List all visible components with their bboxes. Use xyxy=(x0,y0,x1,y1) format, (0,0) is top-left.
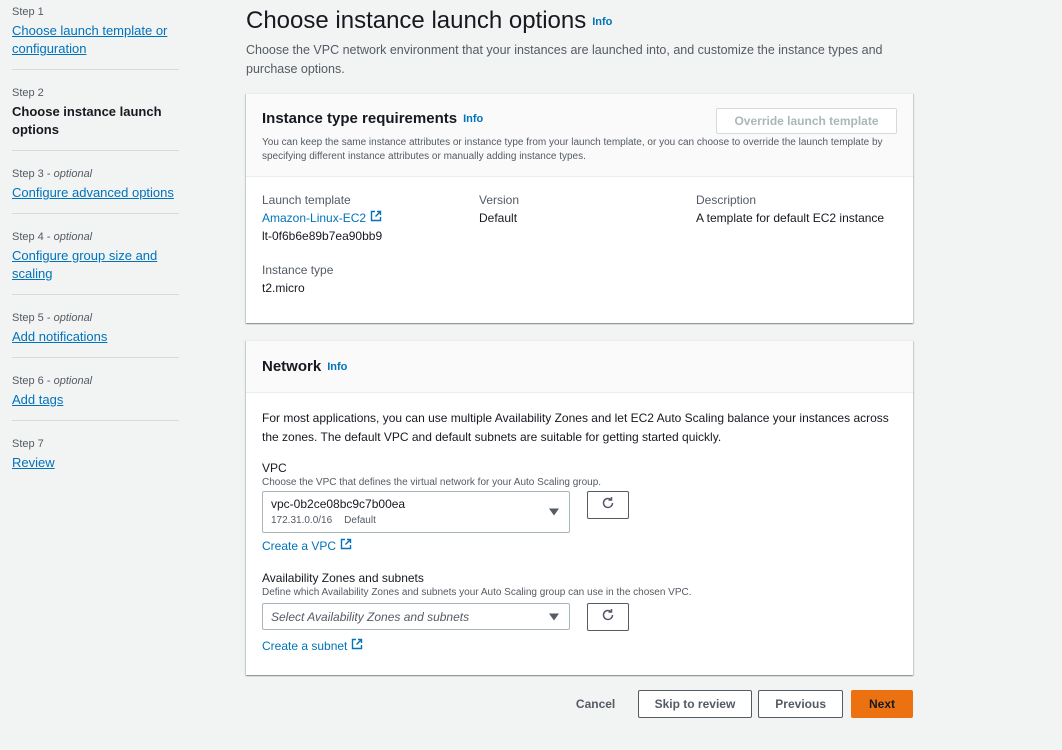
version-column: Version Default xyxy=(479,191,519,227)
launch-template-id: lt-0f6b6e89b7ea90bb9 xyxy=(262,229,383,244)
description-value: A template for default EC2 instance xyxy=(696,211,885,226)
refresh-subnets-button[interactable] xyxy=(587,603,629,632)
vpc-select[interactable]: vpc-0b2ce08bc9c7b00ea 172.31.0.0/16 Defau… xyxy=(262,491,570,534)
page-title: Choose instance launch options Info xyxy=(246,0,913,37)
page-description: Choose the VPC network environment that … xyxy=(246,42,883,76)
instance-type-label: Instance type xyxy=(262,263,334,278)
network-description: For most applications, you can use multi… xyxy=(262,411,889,445)
az-row: Select Availability Zones and subnets xyxy=(262,603,897,632)
vpc-description: Choose the VPC that defines the virtual … xyxy=(262,477,602,489)
vpc-selected-details: 172.31.0.0/16 Default xyxy=(271,514,539,528)
step-current-instance-launch-options: Choose instance launch options xyxy=(12,104,162,137)
step-3: Step 3 - optional Configure advanced opt… xyxy=(12,162,179,214)
wizard-footer: Cancel Skip to review Previous Next xyxy=(566,690,913,718)
page-title-text: Choose instance launch options xyxy=(246,7,587,34)
step-1: Step 1 Choose launch template or configu… xyxy=(12,0,179,70)
step-number: Step 6 - optional xyxy=(12,375,93,387)
launch-template-link[interactable]: Amazon-Linux-EC2 xyxy=(262,209,382,227)
create-vpc-link[interactable]: Create a VPC xyxy=(262,537,352,555)
panel-body: For most applications, you can use multi… xyxy=(246,393,913,671)
launch-template-column: Launch template Amazon-Linux-EC2 lt-0f6b… xyxy=(262,191,382,297)
az-placeholder: Select Availability Zones and subnets xyxy=(271,610,470,625)
create-vpc-text: Create a VPC xyxy=(262,539,337,554)
wizard-steps: Step 1 Choose launch template or configu… xyxy=(12,0,179,494)
step-link-notifications[interactable]: Add notifications xyxy=(12,328,179,346)
launch-template-name: Amazon-Linux-EC2 xyxy=(262,211,367,226)
step-7: Step 7 Review xyxy=(12,432,179,483)
panel-header: Instance type requirements Info You can k… xyxy=(246,94,913,178)
panel-header: Network Info xyxy=(246,341,913,394)
step-number: Step 7 xyxy=(12,438,44,450)
info-link[interactable]: Info xyxy=(592,16,612,28)
step-4: Step 4 - optional Configure group size a… xyxy=(12,225,179,295)
launch-template-label: Launch template xyxy=(262,193,351,208)
version-value: Default xyxy=(479,211,518,226)
step-number: Step 5 - optional xyxy=(12,312,93,324)
step-link-advanced-options[interactable]: Configure advanced options xyxy=(12,184,179,202)
panel-title: Network Info xyxy=(262,356,897,378)
description-label: Description xyxy=(696,193,757,208)
next-button[interactable]: Next xyxy=(851,690,913,718)
az-label: Availability Zones and subnets xyxy=(262,571,424,586)
refresh-icon xyxy=(601,496,615,515)
step-link-launch-template[interactable]: Choose launch template or configuration xyxy=(12,22,179,58)
vpc-label: VPC xyxy=(262,461,287,476)
refresh-icon xyxy=(601,608,615,627)
override-launch-template-button[interactable]: Override launch template xyxy=(716,108,897,134)
refresh-vpc-button[interactable] xyxy=(587,491,629,520)
vpc-row: vpc-0b2ce08bc9c7b00ea 172.31.0.0/16 Defau… xyxy=(262,491,897,534)
instance-type-value: t2.micro xyxy=(262,281,305,296)
az-subnets-select[interactable]: Select Availability Zones and subnets xyxy=(262,603,570,631)
description-column: Description A template for default EC2 i… xyxy=(696,191,884,227)
panel-subtitle: You can keep the same instance attribute… xyxy=(262,137,883,163)
vpc-cidr: 172.31.0.0/16 xyxy=(271,515,333,527)
caret-down-icon xyxy=(549,613,559,621)
version-label: Version xyxy=(479,193,520,208)
cancel-button[interactable]: Cancel xyxy=(566,690,626,718)
panel-body: Launch template Amazon-Linux-EC2 lt-0f6b… xyxy=(246,177,913,317)
step-link-group-size[interactable]: Configure group size and scaling xyxy=(12,247,179,283)
step-6: Step 6 - optional Add tags xyxy=(12,369,179,421)
info-link[interactable]: Info xyxy=(327,361,347,373)
external-link-icon xyxy=(351,637,363,655)
external-link-icon xyxy=(340,537,352,555)
panel-title-text: Instance type requirements xyxy=(262,110,458,127)
vpc-tag: Default xyxy=(344,515,376,527)
step-number: Step 1 xyxy=(12,6,44,18)
step-2: Step 2 Choose instance launch options xyxy=(12,81,179,151)
network-panel: Network Info For most applications, you c… xyxy=(246,340,913,675)
az-description: Define which Availability Zones and subn… xyxy=(262,587,692,599)
panel-title-text: Network xyxy=(262,358,322,375)
skip-to-review-button[interactable]: Skip to review xyxy=(637,690,753,718)
info-link[interactable]: Info xyxy=(463,113,483,125)
previous-button[interactable]: Previous xyxy=(758,690,843,718)
instance-type-requirements-panel: Instance type requirements Info You can k… xyxy=(246,93,913,323)
step-link-tags[interactable]: Add tags xyxy=(12,391,179,409)
main-content: Choose instance launch options Info Choos… xyxy=(246,0,913,718)
step-number: Step 3 - optional xyxy=(12,168,93,180)
vpc-selected-value: vpc-0b2ce08bc9c7b00ea xyxy=(271,497,406,512)
step-number: Step 2 xyxy=(12,87,44,99)
external-link-icon xyxy=(370,209,382,227)
caret-down-icon xyxy=(549,508,559,516)
step-5: Step 5 - optional Add notifications xyxy=(12,306,179,358)
create-subnet-link[interactable]: Create a subnet xyxy=(262,637,363,655)
step-link-review[interactable]: Review xyxy=(12,454,179,472)
step-number: Step 4 - optional xyxy=(12,231,93,243)
create-subnet-text: Create a subnet xyxy=(262,639,348,654)
